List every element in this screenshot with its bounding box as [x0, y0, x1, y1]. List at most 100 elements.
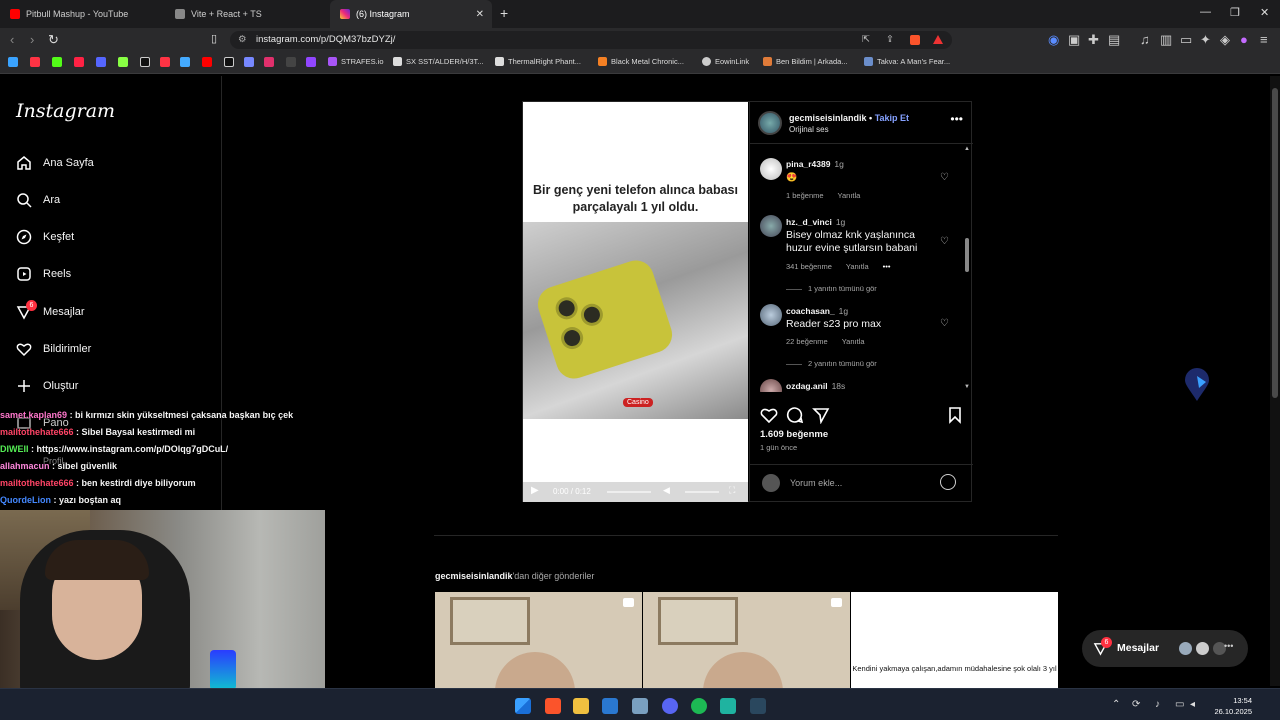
leo-icon[interactable]: ✦ [1200, 32, 1211, 48]
tab-youtube[interactable]: Pitbull Mashup - YouTube [0, 0, 165, 28]
play-icon[interactable]: ▶ [531, 485, 539, 496]
nav-messages[interactable]: 6 Mesajlar [16, 300, 85, 323]
discord-icon[interactable] [662, 698, 678, 714]
scrollbar-thumb[interactable] [1272, 88, 1278, 398]
bookmark-icon[interactable]: ▯ [211, 32, 217, 45]
bookmark-takva[interactable]: Takva: A Man's Fear... [864, 57, 950, 66]
reply-button[interactable]: Yanıtla [842, 337, 865, 346]
emoji-icon[interactable] [940, 474, 956, 490]
steam-icon[interactable] [750, 698, 766, 714]
post-thumbnail[interactable]: Kendini yakmaya çalışan,adamın müdahales… [851, 592, 1058, 688]
share-icon[interactable]: ⇪ [886, 34, 894, 45]
view-replies-button[interactable]: 1 yanıtın tümünü gör [786, 284, 877, 293]
bookmark-icon[interactable] [286, 57, 296, 67]
photos-icon[interactable] [602, 698, 618, 714]
app-icon[interactable] [720, 698, 736, 714]
scrollbar-thumb[interactable] [965, 238, 969, 272]
instagram-icon[interactable] [264, 57, 274, 67]
youtube-icon[interactable] [202, 57, 212, 67]
open-external-icon[interactable]: ⇱ [862, 34, 870, 45]
mic-icon[interactable]: ♪ [1155, 699, 1160, 710]
heart-icon[interactable]: ♡ [940, 318, 949, 329]
bookmark-icon[interactable] [52, 57, 62, 67]
heart-icon[interactable]: ♡ [940, 236, 949, 247]
tiktok-icon[interactable] [140, 57, 150, 67]
minimize-icon[interactable]: — [1200, 6, 1211, 18]
avatar[interactable] [760, 304, 782, 326]
twitch-icon[interactable] [306, 57, 316, 67]
comment-icon[interactable] [786, 406, 804, 424]
comment-input[interactable]: Yorum ekle... [790, 478, 842, 488]
new-tab-button[interactable]: + [500, 5, 508, 21]
wallet-icon[interactable]: ▭ [1180, 32, 1192, 48]
reload-icon[interactable]: ↻ [48, 32, 59, 48]
comment-likes[interactable]: 341 beğenme [786, 262, 832, 271]
volume-icon[interactable]: ◂ [1190, 699, 1195, 710]
app-icon[interactable] [632, 698, 648, 714]
bookmark-icon[interactable] [180, 57, 190, 67]
tab-vite[interactable]: Vite + React + TS [165, 0, 330, 28]
comment-likes[interactable]: 1 beğenme [786, 191, 824, 200]
nav-explore[interactable]: Keşfet [16, 226, 74, 248]
x-icon[interactable] [224, 57, 234, 67]
page-scrollbar[interactable] [1270, 76, 1280, 686]
post-thumbnail[interactable] [643, 592, 850, 688]
view-replies-button[interactable]: 2 yanıtın tümünü gör [786, 359, 877, 368]
profile-icon[interactable]: ● [1240, 32, 1248, 47]
nav-create[interactable]: Oluştur [16, 375, 78, 397]
comment-likes[interactable]: 22 beğenme [786, 337, 828, 346]
brave-rewards-icon[interactable] [933, 35, 943, 44]
bookmark-benbildim[interactable]: Ben Bildim | Arkada... [763, 57, 848, 66]
window-close-icon[interactable]: ✕ [1260, 6, 1269, 19]
sidebar-icon[interactable]: ▥ [1160, 32, 1172, 48]
brave-shield-icon[interactable] [910, 35, 920, 45]
bookmark-icon[interactable] [160, 57, 170, 67]
volume-slider[interactable] [685, 491, 719, 493]
post-video[interactable]: Bir genç yeni telefon alınca babası parç… [523, 102, 748, 502]
extension-icon[interactable]: ▣ [1068, 32, 1080, 48]
comment-username[interactable]: pina_r4389 [786, 159, 830, 169]
reply-button[interactable]: Yanıtla [846, 262, 869, 271]
bookmark-icon[interactable] [244, 57, 254, 67]
extension-icon[interactable]: ▤ [1108, 32, 1120, 48]
comment-username[interactable]: coachasan_ [786, 306, 835, 316]
share-icon[interactable] [812, 406, 830, 424]
bookmark-eowinlink[interactable]: EowinLink [702, 57, 749, 66]
scroll-down-icon[interactable]: ▼ [964, 384, 970, 390]
maximize-icon[interactable]: ❐ [1230, 6, 1240, 19]
author-username[interactable]: gecmiseisinlandik [789, 113, 867, 123]
video-progress[interactable] [607, 491, 651, 493]
post-thumbnail[interactable] [435, 592, 642, 688]
reply-button[interactable]: Yanıtla [838, 191, 861, 200]
extension-icon[interactable]: ◉ [1048, 32, 1059, 48]
follow-button[interactable]: Takip Et [875, 113, 909, 123]
more-posts-username[interactable]: gecmiseisinlandik [435, 571, 513, 581]
network-icon[interactable]: ▭ [1175, 699, 1184, 710]
brave-icon[interactable] [545, 698, 561, 714]
menu-icon[interactable]: ≡ [1260, 32, 1268, 47]
forward-icon[interactable]: › [30, 32, 34, 47]
bookmark-strafes[interactable]: STRAFES.io [328, 57, 384, 66]
spotify-icon[interactable] [691, 698, 707, 714]
like-icon[interactable] [760, 406, 778, 424]
nav-notifications[interactable]: Bildirimler [16, 338, 91, 360]
puzzle-icon[interactable]: ✚ [1088, 32, 1099, 48]
more-options-icon[interactable]: ••• [883, 262, 891, 271]
close-icon[interactable]: ✕ [476, 9, 484, 20]
url-bar[interactable]: ⚙ instagram.com/p/DQM37bzDYZj/ ⇱ ⇪ [230, 31, 952, 49]
like-count[interactable]: 1.609 beğenme [760, 429, 828, 440]
scroll-up-icon[interactable]: ▲ [964, 146, 970, 152]
bookmark-icon[interactable] [118, 57, 128, 67]
instagram-logo[interactable]: Instagram [16, 100, 115, 122]
chevron-up-icon[interactable]: ⌃ [1112, 699, 1120, 710]
bookmark-blackmetal[interactable]: Black Metal Chronic... [598, 57, 684, 66]
bookmark-thermalright[interactable]: ThermalRight Phant... [495, 57, 581, 66]
nav-home[interactable]: Ana Sayfa [16, 152, 94, 174]
bookmark-icon[interactable] [30, 57, 40, 67]
more-options-icon[interactable]: ••• [950, 112, 963, 126]
bookmark-icon[interactable] [96, 57, 106, 67]
save-icon[interactable] [946, 406, 964, 424]
comment-username[interactable]: hz._d_vinci [786, 217, 832, 227]
vpn-icon[interactable]: ◈ [1220, 32, 1230, 48]
volume-icon[interactable]: ◀ [663, 485, 670, 496]
